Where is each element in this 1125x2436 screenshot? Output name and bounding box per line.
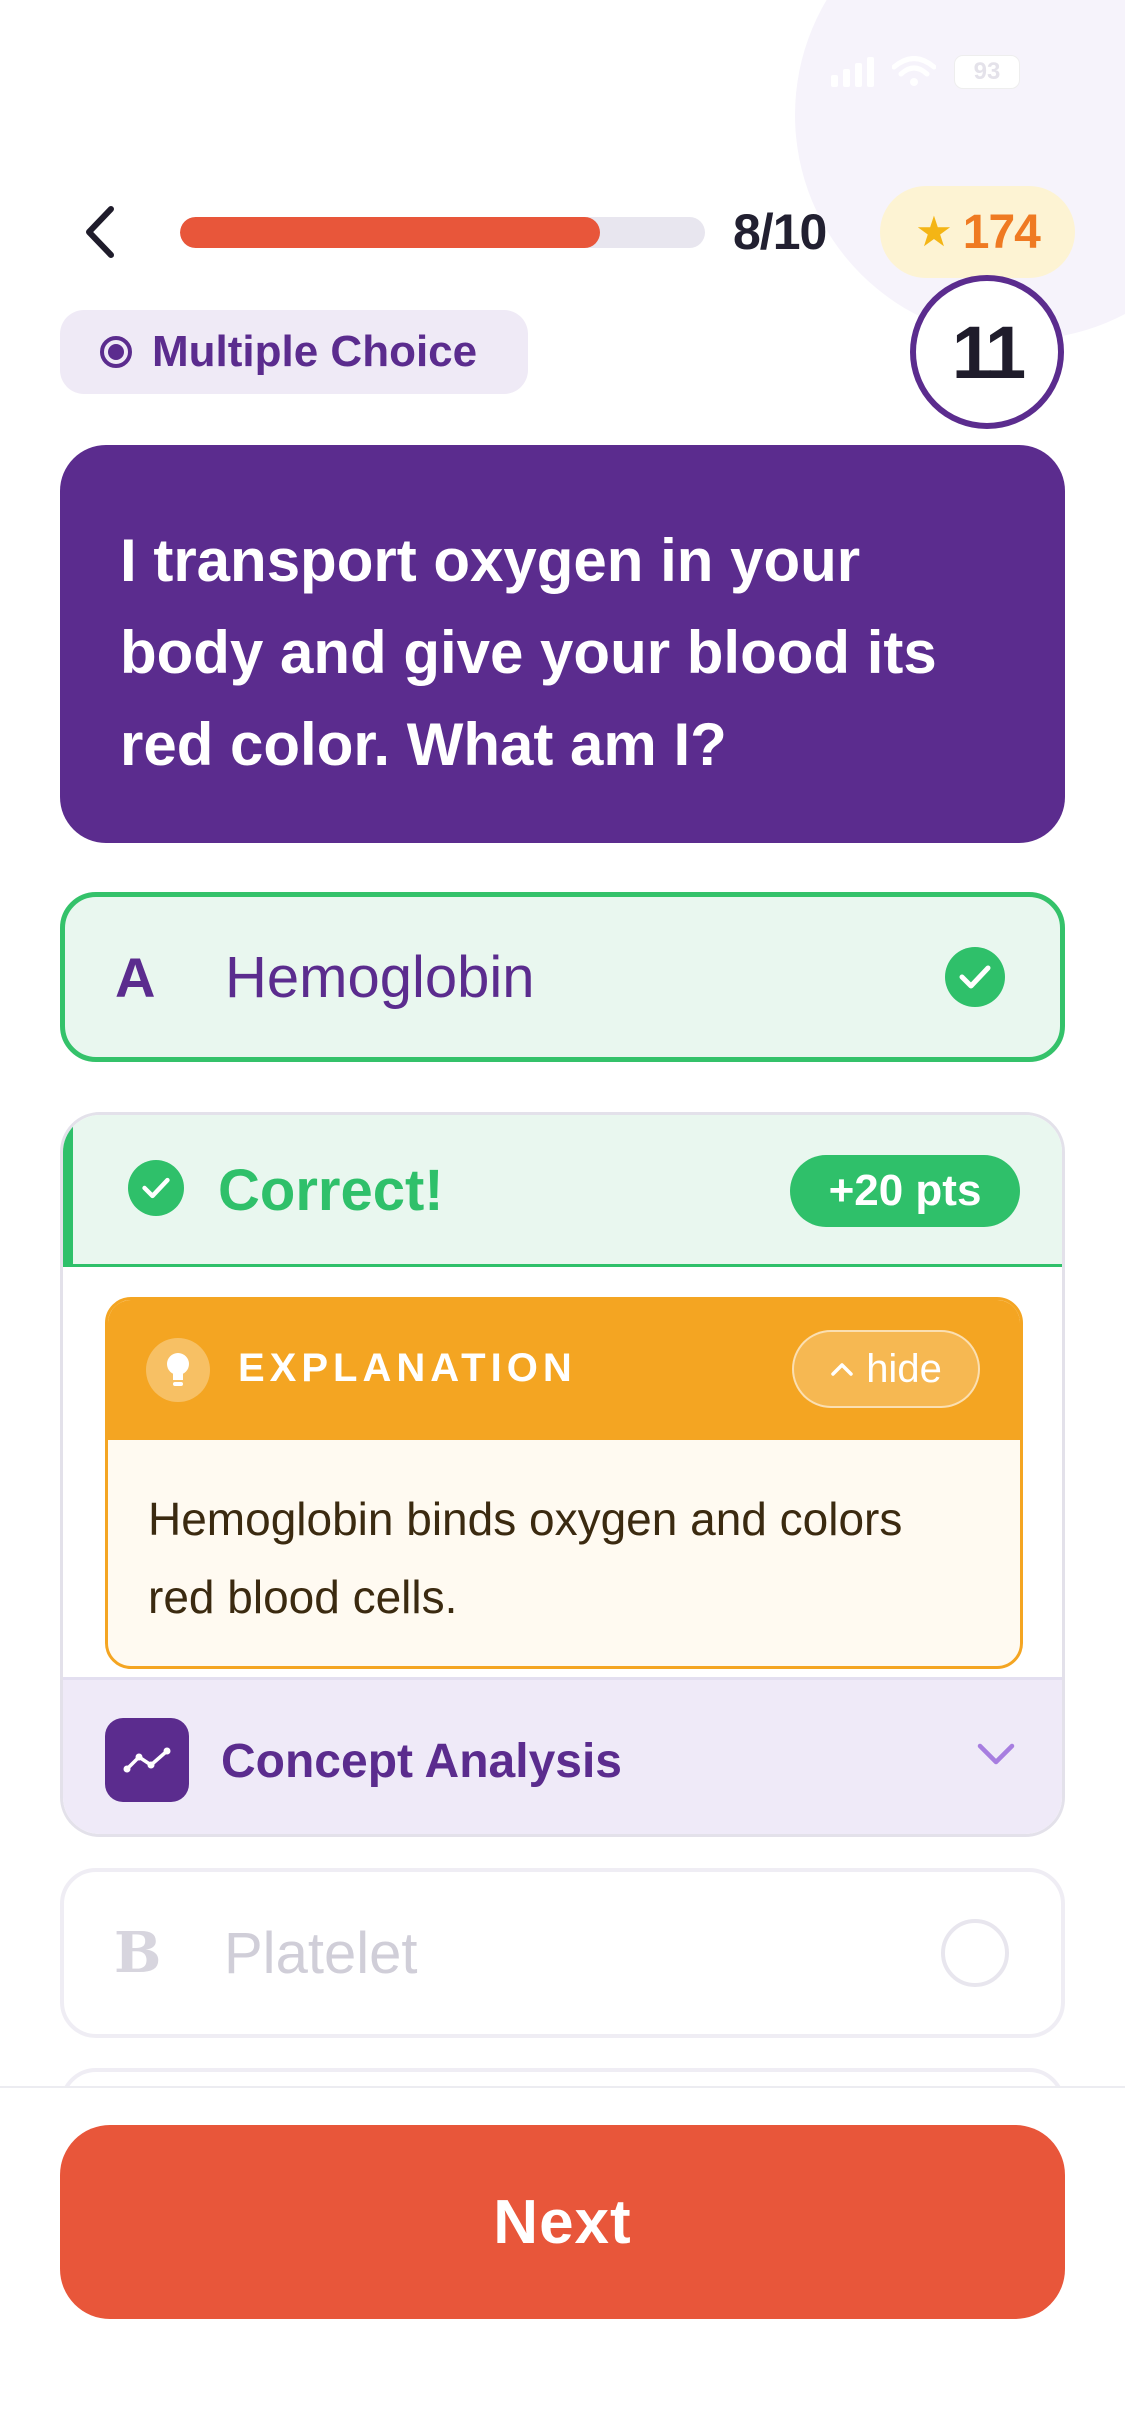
question-card: I transport oxygen in your body and give… xyxy=(60,445,1065,843)
star-icon: ★ xyxy=(915,208,953,255)
explanation-text: Hemoglobin binds oxygen and colors red b… xyxy=(148,1493,903,1623)
check-circle-icon xyxy=(128,1160,184,1216)
option-text: Hemoglobin xyxy=(225,944,535,1010)
radio-dot-icon xyxy=(100,336,132,368)
option-letter: B xyxy=(114,1920,162,1986)
signal-icon xyxy=(831,57,874,87)
wifi-icon xyxy=(892,56,936,88)
back-button[interactable] xyxy=(70,200,130,264)
points-badge: +20 pts xyxy=(790,1155,1020,1227)
option-letter: A xyxy=(115,945,156,1009)
score-badge: ★ 174 xyxy=(880,186,1075,278)
quiz-progress-fill xyxy=(180,217,600,248)
question-type-tag: Multiple Choice xyxy=(60,310,528,394)
trend-chart-icon xyxy=(105,1718,189,1802)
quiz-progress-bar xyxy=(180,217,705,248)
check-circle-icon xyxy=(945,947,1005,1007)
score-value: 174 xyxy=(962,205,1041,259)
lightbulb-icon xyxy=(146,1338,210,1402)
feedback-header: Correct! +20 pts xyxy=(63,1115,1062,1267)
explanation-title: EXPLANATION xyxy=(238,1346,577,1390)
explanation-header: EXPLANATION hide xyxy=(108,1300,1020,1440)
feedback-title: Correct! xyxy=(218,1158,444,1223)
hide-label: hide xyxy=(866,1346,942,1391)
quiz-screen: 93 8/10 ★ 174 Multiple Choice 11 I trans… xyxy=(0,0,1125,2436)
answer-option-a[interactable]: A Hemoglobin xyxy=(60,892,1065,1062)
progress-count: 8/10 xyxy=(733,204,827,260)
concept-analysis-toggle[interactable]: Concept Analysis xyxy=(63,1677,1062,1834)
status-bar: 93 xyxy=(831,55,1020,89)
chevron-down-icon xyxy=(977,1743,1015,1765)
radio-empty-icon xyxy=(941,1919,1009,1987)
countdown-timer: 11 xyxy=(910,275,1064,429)
explanation-box: EXPLANATION hide Hemoglobin binds oxygen… xyxy=(105,1297,1023,1669)
chevron-up-icon xyxy=(831,1363,853,1376)
battery-indicator: 93 xyxy=(954,55,1020,89)
concept-analysis-label: Concept Analysis xyxy=(221,1735,622,1788)
answer-option-b[interactable]: B Platelet xyxy=(60,1868,1065,2038)
question-text: I transport oxygen in your body and give… xyxy=(120,527,937,778)
hide-explanation-button[interactable]: hide xyxy=(792,1330,980,1408)
question-type-label: Multiple Choice xyxy=(152,327,478,376)
chevron-left-icon xyxy=(86,206,114,258)
next-button[interactable]: Next xyxy=(60,2125,1065,2319)
answer-feedback-panel: Correct! +20 pts EXPLANATION hide Hemogl… xyxy=(60,1112,1065,1837)
option-text: Platelet xyxy=(224,1920,418,1986)
